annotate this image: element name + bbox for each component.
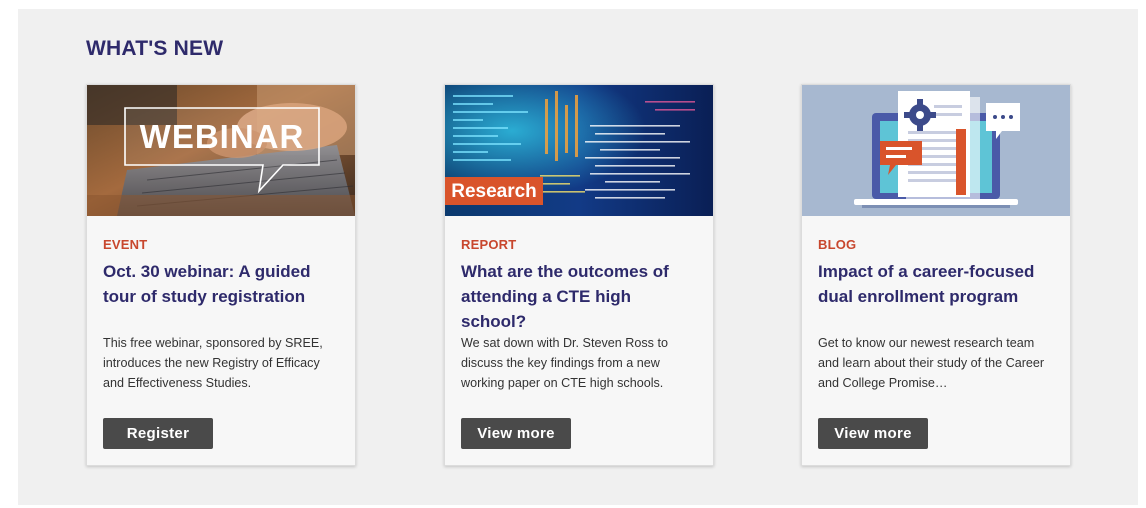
view-more-button[interactable]: View more: [461, 418, 571, 449]
register-button[interactable]: Register: [103, 418, 213, 449]
card-title[interactable]: Oct. 30 webinar: A guided tour of study …: [103, 259, 341, 309]
card-category: BLOG: [818, 237, 857, 252]
card-title[interactable]: What are the outcomes of attending a CTE…: [461, 259, 699, 334]
card-category: REPORT: [461, 237, 517, 252]
webinar-image-label: WEBINAR: [140, 118, 305, 155]
card-title[interactable]: Impact of a career-focused dual enrollme…: [818, 259, 1056, 309]
card-event: WEBINAR EVENT Oct. 30 webinar: A guided …: [86, 84, 356, 466]
card-description: This free webinar, sponsored by SREE, in…: [103, 336, 323, 390]
webinar-image[interactable]: WEBINAR: [87, 85, 355, 216]
chat-dots-icon: [993, 115, 1013, 119]
card-description: We sat down with Dr. Steven Ross to disc…: [461, 336, 668, 390]
card-report: Research REPORT What are the outcomes of…: [444, 84, 714, 466]
card-category: EVENT: [103, 237, 148, 252]
research-image-label: Research: [451, 181, 537, 202]
section-title: WHAT'S NEW: [86, 37, 224, 60]
research-image[interactable]: Research: [445, 85, 713, 216]
card-description: Get to know our newest research team and…: [818, 336, 1045, 390]
blog-image[interactable]: [802, 85, 1070, 216]
whats-new-section: WHAT'S NEW WEBINAR EVENT Oct. 30 webinar…: [18, 9, 1138, 505]
view-more-button[interactable]: View more: [818, 418, 928, 449]
card-blog: BLOG Impact of a career-focused dual enr…: [801, 84, 1071, 466]
